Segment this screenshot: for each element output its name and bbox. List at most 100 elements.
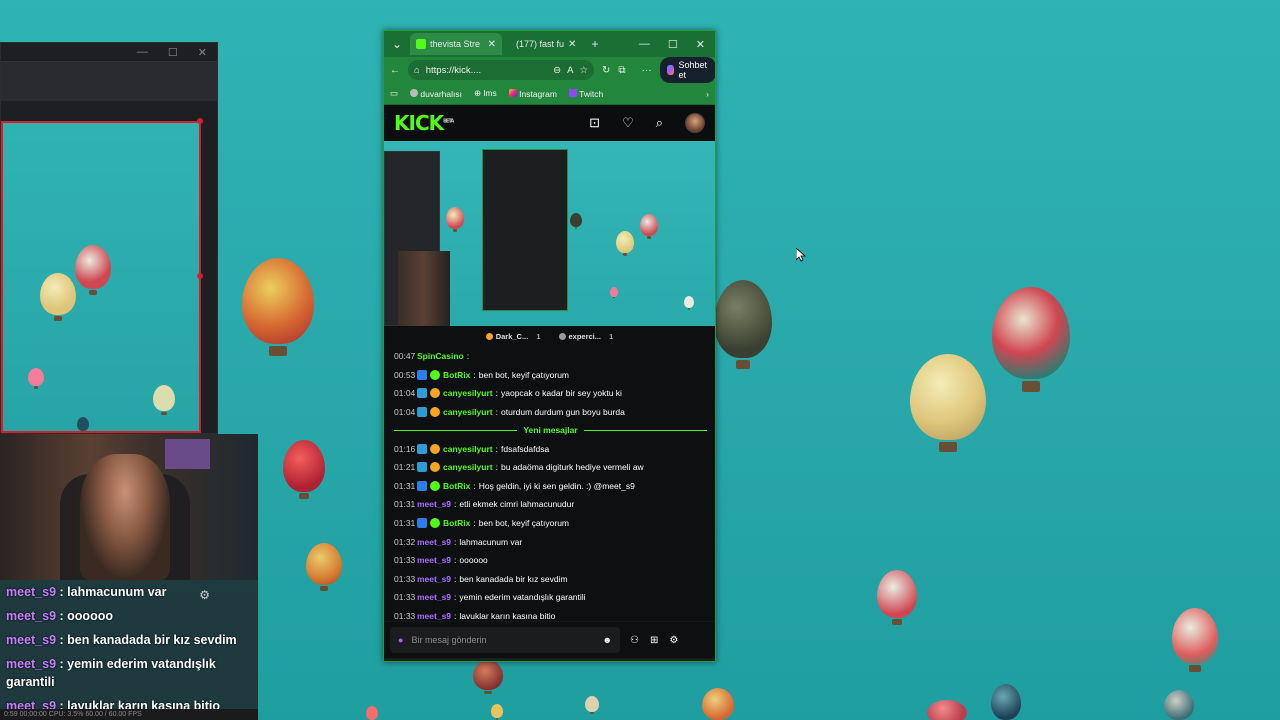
tablet-icon[interactable]: ▭ xyxy=(390,88,398,99)
close-icon[interactable]: ✕ xyxy=(568,39,576,50)
minimize-icon[interactable]: — xyxy=(639,38,650,51)
gear-icon[interactable]: ⚙ xyxy=(669,635,678,646)
refresh-icon[interactable]: ↻ xyxy=(602,65,610,76)
chat-username[interactable]: canyesilyurt xyxy=(443,388,493,398)
resize-handle[interactable] xyxy=(197,273,203,279)
webcam-feed xyxy=(0,434,258,580)
chat-separator: : xyxy=(454,555,457,566)
zoom-icon[interactable]: ⊖ xyxy=(553,65,561,76)
globe-icon: ⊕ xyxy=(474,88,482,98)
balloon xyxy=(570,213,582,229)
obs-statusbar: 0:59 00:00:00 CPU: 3.5% 60.00 / 60.00 FP… xyxy=(0,709,258,720)
gear-icon[interactable]: ⚙ xyxy=(199,588,210,602)
beta-badge: BETA xyxy=(443,118,454,125)
minimize-icon[interactable]: — xyxy=(137,46,148,58)
more-icon[interactable]: ··· xyxy=(642,65,652,76)
chat-username[interactable]: meet_s9 xyxy=(417,592,451,602)
microphone-icon[interactable]: ● xyxy=(398,635,403,645)
maximize-icon[interactable]: ☐ xyxy=(668,38,678,51)
chat-username[interactable]: meet_s9 xyxy=(417,499,451,509)
chat-badge-icon xyxy=(430,369,440,380)
chat-username[interactable]: SpinCasino xyxy=(417,351,464,361)
overlay-chat-user: meet_s9 xyxy=(6,633,57,647)
leaderboard-entry[interactable]: experci... 1 xyxy=(558,332,613,341)
overlay-chat-text: ben kanadada bir kız sevdim xyxy=(67,633,237,647)
chat-username[interactable]: BotRix xyxy=(443,481,470,491)
bookmarks-bar: ▭ duvarhalısı ⊕ lms Instagram Twitch › xyxy=(384,83,715,105)
close-icon[interactable]: ✕ xyxy=(198,46,207,59)
extensions-icon[interactable]: ⧉ xyxy=(618,65,625,76)
chat-username[interactable]: canyesilyurt xyxy=(443,407,493,417)
obs-preview[interactable] xyxy=(1,121,201,433)
emoji-icon[interactable]: ☻ xyxy=(603,635,612,645)
balloon xyxy=(714,280,772,369)
chat-input[interactable]: ● Bir mesaj gönderin ☻ xyxy=(390,627,620,653)
chat-actions: ⚇ ⊞ ⚙ xyxy=(630,635,678,646)
read-aloud-icon[interactable]: A xyxy=(567,65,573,76)
chevron-right-icon[interactable]: › xyxy=(706,89,709,99)
chat-text: lavuklar karın kasına bitio xyxy=(459,611,556,621)
bookmark-twitch[interactable]: Twitch xyxy=(568,88,603,99)
balloon xyxy=(616,231,634,257)
maximize-icon[interactable]: ☐ xyxy=(168,46,178,59)
chat-username[interactable]: meet_s9 xyxy=(417,555,451,565)
chat-username[interactable]: BotRix xyxy=(443,518,470,528)
back-icon[interactable]: ← xyxy=(390,65,400,76)
chat-message: 01:16 canyesilyurt: fdsafsdafdsa xyxy=(394,439,707,458)
leaderboard-entry[interactable]: Dark_C... 1 xyxy=(485,332,541,341)
chat-username[interactable]: canyesilyurt xyxy=(443,462,493,472)
copilot-chat-button[interactable]: Sohbet et xyxy=(659,57,715,83)
chat-username[interactable]: meet_s9 xyxy=(417,611,451,621)
balloon xyxy=(40,273,76,321)
url-field[interactable]: ⌂ https://kick.... ⊖ A ☆ xyxy=(408,60,594,80)
balloon xyxy=(366,706,378,720)
chat-username[interactable]: meet_s9 xyxy=(417,537,451,547)
heart-icon[interactable]: ♡ xyxy=(622,115,634,131)
streamer xyxy=(80,454,170,580)
chat-badge-icon xyxy=(430,480,440,491)
balloon xyxy=(585,696,599,715)
chat-separator: : xyxy=(495,443,498,454)
chat-messages: 00:47 SpinCasino:00:53 BotRix: ben bot, key… xyxy=(384,347,715,621)
kick-favicon-icon xyxy=(416,39,426,49)
tab-actions-icon[interactable]: ⌄ xyxy=(388,37,406,51)
window-controls: — ☐ ✕ xyxy=(639,38,711,51)
chat-badge-icon xyxy=(430,443,440,454)
store-icon[interactable]: ⊞ xyxy=(650,635,658,646)
users-icon[interactable]: ⚇ xyxy=(630,635,639,646)
chat-username[interactable]: BotRix xyxy=(443,370,470,380)
chat-input-row: ● Bir mesaj gönderin ☻ ⚇ ⊞ ⚙ xyxy=(384,621,715,658)
dashboard-icon[interactable]: ⊡ xyxy=(589,115,600,131)
bookmark-instagram[interactable]: Instagram xyxy=(508,88,557,99)
copilot-icon xyxy=(666,65,675,75)
stream-preview[interactable] xyxy=(384,141,715,326)
resize-handle[interactable] xyxy=(197,118,203,124)
search-icon[interactable]: ⌕ xyxy=(656,115,663,131)
rank-icon xyxy=(558,333,566,340)
favorite-star-icon[interactable]: ☆ xyxy=(579,65,588,76)
chat-text: yaopcak o kadar bir sey yoktu ki xyxy=(501,388,622,399)
bookmark-duvarhalisi[interactable]: duvarhalısı xyxy=(410,88,462,99)
bookmark-lms[interactable]: ⊕ lms xyxy=(474,88,497,99)
tab-youtube[interactable]: (177) fast fu ✕ xyxy=(506,33,582,55)
kick-logo[interactable]: KICKBETA xyxy=(394,111,454,135)
chat-username[interactable]: meet_s9 xyxy=(417,574,451,584)
new-tab-button[interactable]: + xyxy=(586,37,604,51)
close-icon[interactable]: ✕ xyxy=(696,38,705,51)
avatar[interactable] xyxy=(685,113,705,133)
balloon xyxy=(877,570,917,625)
tab-bar: ⌄ thevista Stre ✕ (177) fast fu ✕ + — ☐ … xyxy=(384,31,715,57)
chat-username[interactable]: canyesilyurt xyxy=(443,444,493,454)
rank-icon xyxy=(485,333,493,340)
chat-separator: : xyxy=(473,369,476,380)
tab-kick[interactable]: thevista Stre ✕ xyxy=(410,33,502,55)
twitch-icon xyxy=(568,88,577,97)
chat-separator: : xyxy=(454,499,457,510)
chat-separator: : xyxy=(473,518,476,529)
overlay-chat-text: lahmacunum var xyxy=(67,585,167,599)
balloon xyxy=(991,684,1021,720)
bookmark-label: lms xyxy=(483,88,497,98)
close-icon[interactable]: ✕ xyxy=(488,39,496,50)
chat-message: 01:31 BotRix: ben bot, keyif çatıyorum xyxy=(394,514,707,533)
nested-webcam xyxy=(398,251,450,326)
